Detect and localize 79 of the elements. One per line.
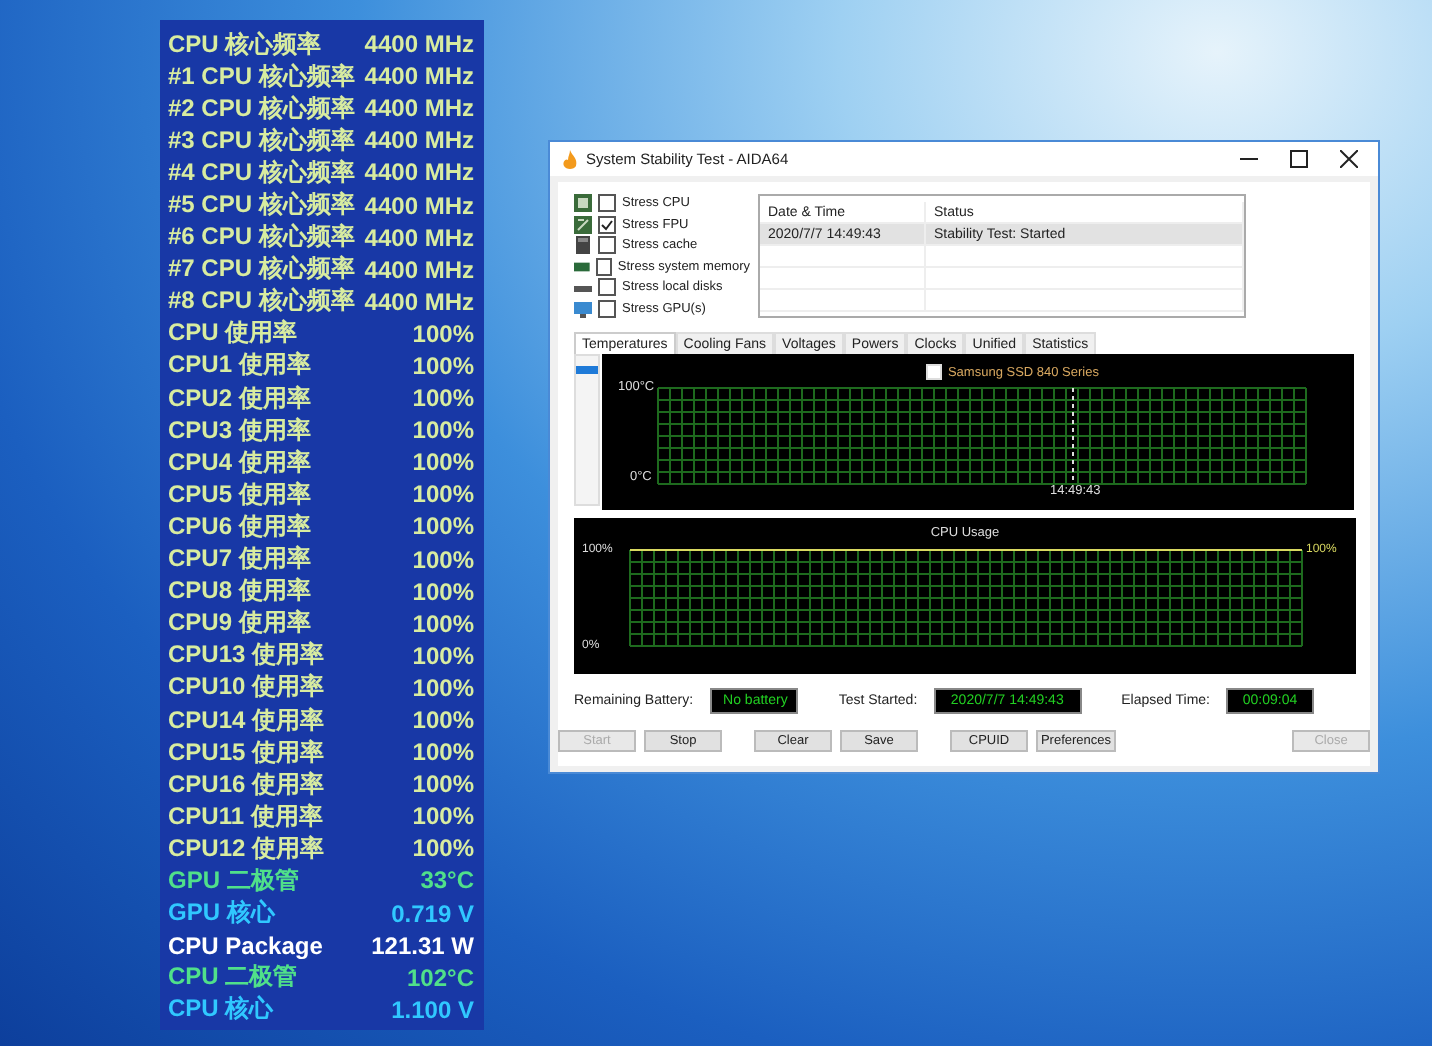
sensor-value: 0.719 V [391, 899, 474, 928]
sensor-label: CPU11 使用率 [168, 799, 323, 834]
sensor-value: 4400 MHz [364, 287, 474, 316]
checkbox[interactable] [598, 236, 616, 254]
legend-checkbox[interactable] [925, 364, 942, 380]
flame-icon [562, 149, 578, 169]
sensor-value: 100% [412, 706, 474, 735]
sensor-value: 4400 MHz [364, 255, 474, 284]
sensor-label: CPU14 使用率 [168, 703, 325, 738]
sensor-value: 4400 MHz [364, 191, 474, 220]
sensor-label: CPU 二极管 [168, 960, 298, 995]
sensor-label: #4 CPU 核心频率 [168, 155, 355, 190]
sensor-value: 4400 MHz [364, 223, 474, 252]
sensor-label: CPU2 使用率 [168, 381, 311, 416]
time-marker-line [1071, 387, 1074, 485]
sensor-value: 100% [412, 319, 474, 348]
sensor-label: CPU4 使用率 [168, 445, 311, 480]
checkbox[interactable] [598, 299, 616, 317]
checkbox[interactable] [598, 278, 616, 296]
sensor-label: CPU1 使用率 [168, 348, 311, 383]
chip-icon [574, 215, 592, 233]
monitor-icon [574, 299, 592, 317]
sensor-value: 100% [412, 545, 474, 574]
sensor-label: CPU7 使用率 [168, 542, 311, 577]
sensor-value: 100% [412, 448, 474, 477]
sensor-value: 102°C [407, 963, 474, 992]
sensor-value: 1.100 V [391, 995, 474, 1024]
sensor-label: #8 CPU 核心频率 [168, 284, 355, 319]
sensor-value: 100% [412, 673, 474, 702]
sensor-label: CPU8 使用率 [168, 574, 311, 609]
sensor-value: 100% [412, 738, 474, 767]
sensor-label: #5 CPU 核心频率 [168, 188, 355, 223]
sensor-value: 4400 MHz [364, 94, 474, 123]
sensor-label: CPU3 使用率 [168, 413, 311, 448]
sensor-value: 4400 MHz [364, 158, 474, 187]
sensor-label: #1 CPU 核心频率 [168, 59, 355, 94]
sensor-label: #2 CPU 核心频率 [168, 91, 355, 126]
sensor-label: CPU16 使用率 [168, 767, 325, 802]
sensor-value: 100% [412, 384, 474, 413]
sensor-label: CPU Package [168, 931, 323, 960]
sensor-label: CPU9 使用率 [168, 606, 311, 641]
sensor-label: CPU 核心频率 [168, 27, 322, 62]
checkbox[interactable] [598, 194, 616, 212]
sensor-value: 4400 MHz [364, 126, 474, 155]
sensor-label: CPU5 使用率 [168, 477, 311, 512]
sensor-value: 100% [412, 512, 474, 541]
sensor-value: 100% [412, 834, 474, 863]
sensor-value: 100% [412, 770, 474, 799]
checkbox[interactable] [595, 257, 612, 275]
sensor-value: 100% [412, 802, 474, 831]
sensor-label: CPU13 使用率 [168, 638, 325, 673]
memory-icon [574, 257, 590, 275]
sensor-label: CPU 核心 [168, 992, 274, 1027]
sensor-label: GPU 二极管 [168, 863, 299, 898]
sensor-label: #3 CPU 核心频率 [168, 123, 355, 158]
sensor-list[interactable] [574, 354, 600, 506]
sensor-label: CPU 使用率 [168, 316, 298, 351]
sensor-label: CPU10 使用率 [168, 670, 325, 705]
chip-icon [574, 194, 592, 212]
chip-icon [574, 236, 592, 254]
maximize-icon[interactable] [1290, 150, 1308, 168]
sensor-label: #6 CPU 核心频率 [168, 220, 355, 255]
sensor-value: 4400 MHz [364, 62, 474, 91]
sensor-value: 121.31 W [371, 931, 474, 960]
sensor-label: GPU 核心 [168, 896, 275, 931]
sensor-label: CPU12 使用率 [168, 831, 325, 866]
sensor-value: 100% [412, 480, 474, 509]
sensor-value: 33°C [420, 866, 474, 895]
sensor-label: CPU6 使用率 [168, 509, 311, 544]
close-icon[interactable] [1340, 150, 1358, 168]
sensor-value: 100% [412, 577, 474, 606]
sensor-value: 100% [412, 351, 474, 380]
checkbox[interactable] [598, 215, 616, 233]
sensor-label: CPU15 使用率 [168, 735, 325, 770]
sensor-value: 100% [412, 416, 474, 445]
sensor-value: 100% [412, 641, 474, 670]
sensor-value: 4400 MHz [364, 30, 474, 59]
sensor-label: #7 CPU 核心频率 [168, 252, 355, 287]
sensor-value: 100% [412, 609, 474, 638]
